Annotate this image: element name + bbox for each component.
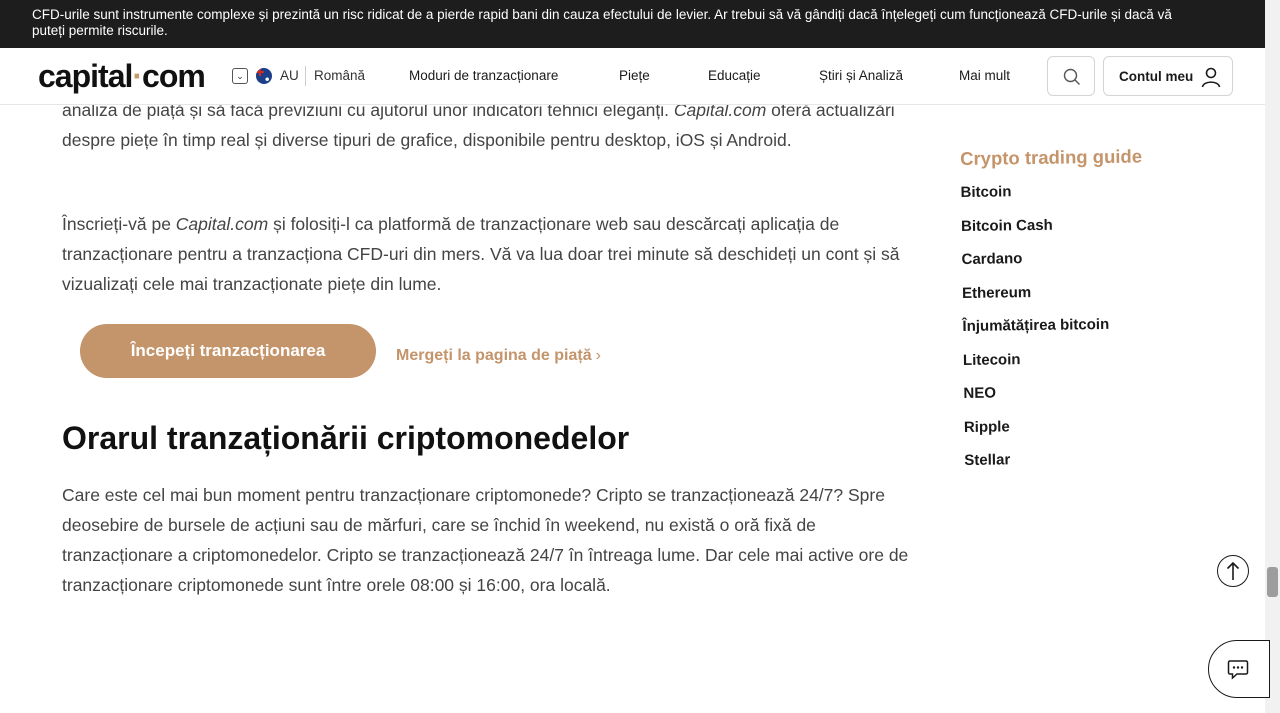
arrow-up-icon (1226, 561, 1240, 580)
guide-link-bitcoin[interactable]: Bitcoin (960, 180, 1200, 217)
australia-flag-icon[interactable] (256, 68, 272, 84)
chat-button[interactable] (1208, 640, 1270, 698)
brand-mention: Capital.com (175, 214, 269, 234)
guide-link-bitcoin-cash[interactable]: Bitcoin Cash (961, 213, 1201, 250)
guide-link-bitcoin-halving[interactable]: Înjumătățirea bitcoin (962, 314, 1202, 351)
capital-com-logo[interactable]: capital·com (38, 58, 206, 94)
account-label: Contul meu (1119, 69, 1194, 84)
guide-link-neo[interactable]: NEO (963, 381, 1203, 418)
section-title: Orarul tranzaționării criptomonedelor (62, 420, 630, 456)
market-page-link[interactable]: Mergeți la pagina de piață › (396, 347, 601, 365)
logo-suffix: com (142, 58, 206, 94)
article-paragraph: Înscrieți-vă pe Capital.com și folosiți-… (62, 214, 900, 294)
nav-item-more[interactable]: Mai mult (959, 68, 1010, 83)
page-scrollbar[interactable] (1265, 0, 1280, 713)
account-button[interactable]: Contul meu (1103, 56, 1233, 96)
chevron-down-icon[interactable]: ⌄ (232, 68, 248, 84)
guide-title: Crypto trading guide (960, 145, 1143, 169)
chat-icon (1227, 660, 1249, 680)
guide-link-litecoin[interactable]: Litecoin (963, 347, 1203, 384)
top-navigation: capital·com ⌄ AU Română Moduri de tranza… (0, 48, 1265, 105)
start-trading-button[interactable]: Începeți tranzacționarea (80, 324, 376, 378)
guide-link-cardano[interactable]: Cardano (961, 247, 1201, 284)
search-icon (1063, 68, 1080, 85)
language-selector[interactable]: Română (314, 68, 365, 83)
nav-item-news-analysis[interactable]: Știri și Analiză (819, 68, 903, 83)
logo-text: capital (38, 58, 133, 94)
search-button[interactable] (1047, 56, 1095, 96)
guide-link-ripple[interactable]: Ripple (964, 414, 1204, 451)
nav-item-trading-modes[interactable]: Moduri de tranzacționare (409, 68, 558, 83)
nav-item-markets[interactable]: Piețe (619, 68, 650, 83)
guide-link-stellar[interactable]: Stellar (964, 448, 1204, 485)
chevron-right-icon: › (595, 347, 601, 364)
nav-item-education[interactable]: Educație (708, 68, 761, 83)
region-selector[interactable]: AU (280, 68, 299, 83)
risk-warning-text: CFD-urile sunt instrumente complexe și p… (32, 7, 1172, 38)
crypto-trading-guide: Crypto trading guide Bitcoin Bitcoin Cas… (960, 145, 1205, 485)
user-icon (1201, 67, 1221, 88)
guide-link-ethereum[interactable]: Ethereum (962, 280, 1202, 317)
risk-warning-banner: CFD-urile sunt instrumente complexe și p… (0, 0, 1265, 48)
region-divider (305, 66, 306, 86)
scrollbar-thumb[interactable] (1267, 567, 1278, 597)
scroll-to-top-button[interactable] (1217, 555, 1249, 587)
article-paragraph: Care este cel mai bun moment pentru tran… (62, 485, 909, 595)
logo-dot: · (132, 58, 143, 94)
